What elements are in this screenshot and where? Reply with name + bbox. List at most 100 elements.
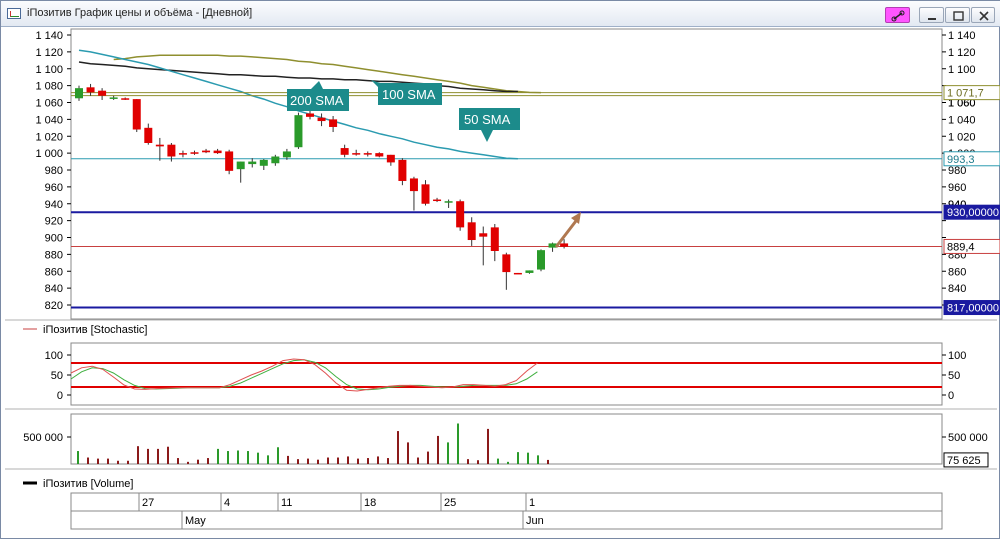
- price-tick-label-right: 1 020: [948, 131, 976, 143]
- stoch-tick-label-left: 100: [45, 350, 63, 362]
- price-tick-label-right: 960: [948, 182, 966, 194]
- price-tick-label-right: 860: [948, 266, 966, 278]
- candle-body: [513, 272, 522, 275]
- candle-body: [202, 150, 211, 153]
- link-button[interactable]: [885, 7, 910, 23]
- sma50-callout-label: 50 SMA: [464, 112, 511, 127]
- sma50-value-tag-label: 993,3: [947, 154, 975, 166]
- candle: [456, 199, 465, 231]
- sma50-value-tag: 993,3: [943, 151, 1000, 167]
- candle-body: [121, 98, 130, 100]
- volume-panel-title: iПозитив [Volume]: [43, 478, 133, 490]
- sma200-value-tag: 1 071,7: [943, 85, 1000, 101]
- volume-tick-label-right: 500 000: [948, 432, 988, 444]
- minimize-button[interactable]: [919, 7, 944, 23]
- time-axis-day-label: 27: [142, 497, 154, 509]
- price-tick-label-left: 1 120: [35, 47, 63, 59]
- candle-body: [190, 152, 199, 154]
- price-tick-label-left: 940: [45, 199, 63, 211]
- time-axis-month-label: Jun: [526, 515, 544, 527]
- support-tag-label: 817,00000: [947, 303, 999, 315]
- candle-body: [155, 144, 164, 147]
- support-tag: 817,00000: [943, 300, 1000, 316]
- candle: [513, 272, 522, 275]
- volume-tick-label-left: 500 000: [23, 432, 63, 444]
- price-tick-label-left: 1 080: [35, 81, 63, 93]
- price-tick-label-left: 860: [45, 266, 63, 278]
- candle-body: [479, 233, 488, 237]
- price-tick-label-left: 1 060: [35, 98, 63, 110]
- candle-body: [213, 150, 222, 154]
- stochastic-panel-title: iПозитив [Stochastic]: [43, 324, 147, 336]
- chart-window: iПозитив График цены и объёма - [Дневной…: [0, 0, 1000, 539]
- candle-body: [178, 153, 187, 155]
- price-tick-label-left: 820: [45, 300, 63, 312]
- price-tick-label-left: 920: [45, 216, 63, 228]
- candle: [294, 112, 303, 149]
- resistance-tag: 930,00000: [943, 204, 1000, 220]
- candle-body: [282, 151, 291, 158]
- candle-body: [490, 227, 499, 251]
- time-axis-day-label: 1: [529, 497, 535, 509]
- price-tick-label-left: 900: [45, 233, 63, 245]
- time-axis-day-label: 18: [364, 497, 376, 509]
- candle-body: [98, 90, 107, 96]
- price-tick-label-left: 880: [45, 249, 63, 261]
- last-price-tag-label: 889,4: [947, 241, 975, 253]
- minimize-icon: [928, 18, 936, 20]
- time-axis-day-label: 11: [281, 497, 292, 509]
- price-tick-label-left: 1 020: [35, 131, 63, 143]
- resistance-tag-label: 930,00000: [947, 207, 999, 219]
- candle-body: [306, 113, 314, 117]
- price-tick-label-right: 1 120: [948, 47, 976, 59]
- price-tick-label-left: 960: [45, 182, 63, 194]
- price-tick-label-right: 1 040: [948, 114, 976, 126]
- sma200-callout-label: 200 SMA: [290, 93, 344, 108]
- price-tick-label-left: 1 040: [35, 114, 63, 126]
- sma200-value-tag-label: 1 071,7: [947, 88, 984, 100]
- time-axis-month-label: May: [185, 515, 206, 527]
- restore-icon: [953, 11, 964, 21]
- candle-body: [225, 151, 234, 171]
- candle-body: [294, 115, 303, 148]
- title-bar[interactable]: iПозитив График цены и объёма - [Дневной…: [1, 1, 1000, 27]
- candle-body: [409, 178, 418, 192]
- candle-body: [340, 148, 349, 155]
- close-button[interactable]: [971, 7, 995, 23]
- stochastic-panel-frame: [70, 342, 943, 406]
- stoch-tick-label-left: 50: [51, 370, 63, 382]
- candle-body: [421, 184, 430, 204]
- candle-body: [386, 154, 395, 163]
- price-tick-label-right: 1 140: [948, 30, 976, 42]
- sma100-callout: 100 SMA: [371, 80, 442, 105]
- candle-body: [444, 201, 453, 203]
- candle-body: [317, 117, 326, 122]
- candle-body: [75, 88, 83, 99]
- candle-body: [352, 153, 361, 155]
- candle-body: [525, 270, 534, 273]
- candle: [132, 99, 141, 133]
- volume-last-tag: 75 625: [943, 452, 989, 468]
- maximize-button[interactable]: [945, 7, 970, 23]
- chart-area[interactable]: iПозитив [Stochastic] iПозитив [Volume] …: [1, 28, 1000, 540]
- candle-body: [502, 254, 511, 273]
- candle: [537, 249, 545, 272]
- candle-body: [144, 127, 153, 143]
- candle-body: [109, 97, 118, 99]
- candle-body: [271, 156, 280, 164]
- price-tick-label-right: 1 100: [948, 64, 976, 76]
- price-tick-label-left: 1 140: [35, 30, 63, 42]
- price-tick-label-left: 1 000: [35, 148, 63, 160]
- close-icon: [979, 11, 989, 21]
- candle-body: [456, 201, 465, 228]
- stoch-tick-label-right: 50: [948, 370, 960, 382]
- candle-body: [433, 199, 442, 202]
- candle-body: [259, 159, 268, 166]
- chart-app-icon: [7, 8, 21, 19]
- volume-last-tag-label: 75 625: [947, 455, 981, 467]
- window-title: iПозитив График цены и объёма - [Дневной…: [27, 7, 253, 19]
- price-tick-label-left: 1 100: [35, 64, 63, 76]
- volume-panel-frame: [70, 413, 943, 465]
- link-icon: [891, 10, 905, 22]
- price-tick-label-right: 980: [948, 165, 966, 177]
